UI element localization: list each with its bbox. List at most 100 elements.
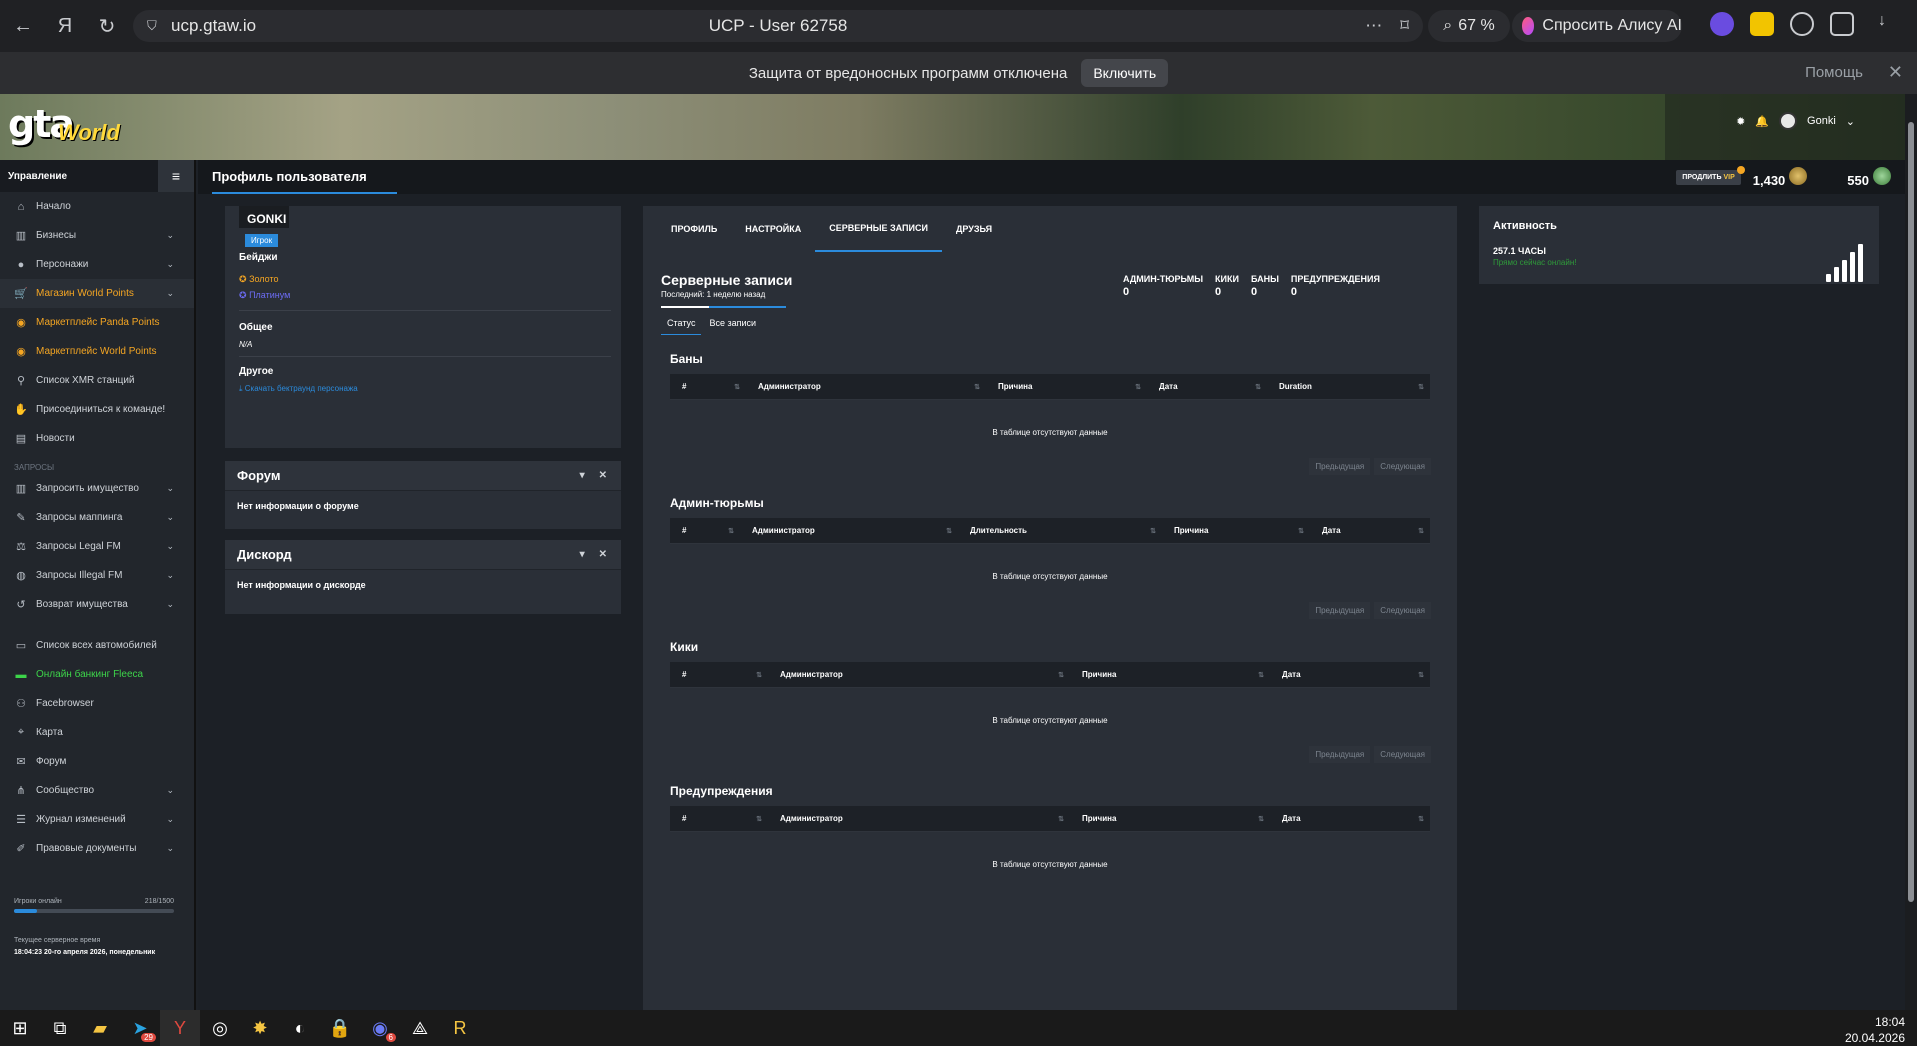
next-button[interactable]: Следующая [1374, 458, 1431, 475]
system-clock[interactable]: 18:04 20.04.2026 [1845, 1014, 1905, 1046]
close-icon[interactable]: ✕ [1888, 62, 1903, 83]
lock-icon[interactable]: 🔒 [320, 1010, 360, 1046]
table-col-header[interactable]: Причина ⇅ [1070, 806, 1270, 832]
table-col-header[interactable]: Администратор ⇅ [740, 518, 958, 544]
sidebar-item-panda-marketplace[interactable]: ◉ Маркетплейс Panda Points [0, 308, 194, 337]
rockstar-icon[interactable]: R [440, 1010, 480, 1046]
sidebar-item-join-team[interactable]: ✋ Присоединиться к команде! [0, 395, 194, 424]
task-view-icon[interactable]: ⧉ [40, 1010, 80, 1046]
next-button[interactable]: Следующая [1374, 746, 1431, 763]
sidebar-item-characters[interactable]: ● Персонажи ⌄ [0, 250, 194, 279]
table-col-header[interactable]: # ⇅ [670, 662, 768, 688]
extension-icon[interactable] [1750, 12, 1774, 36]
close-icon[interactable]: ✕ [599, 549, 607, 560]
next-button[interactable]: Следующая [1374, 602, 1431, 619]
enable-protection-button[interactable]: Включить [1081, 59, 1169, 87]
sidebar-item-mapping[interactable]: ✎ Запросы маппинга ⌄ [0, 503, 194, 532]
table-col-header[interactable]: Дата ⇅ [1147, 374, 1267, 400]
zoom-button[interactable]: ⌕ 67 % [1428, 10, 1510, 42]
coins-icon: ◉ [16, 317, 26, 329]
discord-icon[interactable]: ◉ 6 [360, 1010, 400, 1046]
sidebar-item-businesses[interactable]: ▥ Бизнесы ⌄ [0, 221, 194, 250]
table-col-header[interactable]: Дата ⇅ [1270, 662, 1430, 688]
prev-button[interactable]: Предыдущая [1309, 458, 1371, 475]
tab-settings[interactable]: НАСТРОЙКА [731, 206, 815, 252]
address-bar[interactable]: ⛉ ucp.gtaw.io UCP - User 62758 ⋯ ⌑ [133, 10, 1423, 42]
collapse-icon[interactable]: ▾ [580, 470, 585, 481]
yandex-browser-icon[interactable]: Y [160, 1010, 200, 1046]
reload-icon[interactable]: ↻ [88, 7, 126, 45]
sort-icon: ⇅ [1258, 671, 1264, 679]
scrollbar-thumb[interactable] [1908, 122, 1914, 902]
sidebar-item-world-points-shop[interactable]: 🛒 Магазин World Points ⌄ [0, 279, 194, 308]
help-link[interactable]: Помощь [1805, 64, 1863, 81]
telegram-icon[interactable]: ➤ 29 [120, 1010, 160, 1046]
back-icon[interactable]: ← [4, 7, 42, 45]
obs-icon[interactable]: ◐ [280, 1010, 320, 1046]
page-scrollbar[interactable] [1905, 94, 1917, 1010]
file-explorer-icon[interactable]: ▰ [80, 1010, 120, 1046]
sidebar-item-legal-fm[interactable]: ⚖ Запросы Legal FM ⌄ [0, 532, 194, 561]
sidebar-item-world-marketplace[interactable]: ◉ Маркетплейс World Points [0, 337, 194, 366]
sidebar-item-illegal-fm[interactable]: ◍ Запросы Illegal FM ⌄ [0, 561, 194, 590]
table-col-header[interactable]: Администратор ⇅ [768, 806, 1070, 832]
menu-icon[interactable]: ≡ [158, 160, 194, 192]
download-backstory-link[interactable]: ⤓ Скачать бектраунд персонажа [239, 384, 358, 394]
table-col-header[interactable]: Администратор ⇅ [746, 374, 986, 400]
collapse-icon[interactable]: ▾ [580, 549, 585, 560]
subtab-all-records[interactable]: Все записи [703, 312, 762, 335]
sidebar-item-news[interactable]: ▤ Новости [0, 424, 194, 453]
ragemp-icon[interactable]: ⟁ [400, 1010, 440, 1046]
table-col-header[interactable]: # ⇅ [670, 374, 746, 400]
table-col-header[interactable]: Дата ⇅ [1310, 518, 1430, 544]
user-menu[interactable]: ✹ 🔔 Gonki ⌄ [1736, 112, 1855, 130]
server-time-value: 18:04:23 20-го апреля 2026, понедельник [14, 949, 156, 956]
sidebar-item-community[interactable]: ⋔ Сообщество ⌄ [0, 776, 194, 805]
alice-button[interactable]: Спросить Алису AI [1512, 10, 1682, 42]
steam-icon[interactable]: ◎ [200, 1010, 240, 1046]
table-col-header[interactable]: Причина ⇅ [986, 374, 1147, 400]
yandex-icon[interactable]: Я [46, 7, 84, 45]
subtab-status[interactable]: Статус [661, 312, 702, 335]
sidebar-item-forum[interactable]: ✉ Форум [0, 747, 194, 776]
app-icon[interactable]: ✸ [240, 1010, 280, 1046]
sidebar-item-facebrowser[interactable]: ⚇ Facebrowser [0, 689, 194, 718]
tab-profile[interactable]: ПРОФИЛЬ [657, 206, 731, 252]
extension-icon[interactable] [1710, 12, 1734, 36]
windows-start-icon[interactable]: ⊞ [0, 1010, 40, 1046]
table-col-header[interactable]: Duration ⇅ [1267, 374, 1430, 400]
table-col-header[interactable]: # ⇅ [670, 806, 768, 832]
sidebar-item-map[interactable]: ⌖ Карта [0, 718, 194, 747]
sort-icon: ⇅ [1418, 815, 1424, 823]
more-icon[interactable]: ⋯ [1365, 16, 1382, 36]
download-icon[interactable]: ↓ [1870, 12, 1894, 36]
prev-button[interactable]: Предыдущая [1309, 602, 1371, 619]
tab-server-records[interactable]: СЕРВЕРНЫЕ ЗАПИСИ [815, 206, 942, 252]
close-icon[interactable]: ✕ [599, 470, 607, 481]
table-col-header[interactable]: # ⇅ [670, 518, 740, 544]
table-col-header[interactable]: Дата ⇅ [1270, 806, 1430, 832]
sidebar-item-home[interactable]: ⌂ Начало [0, 192, 194, 221]
settings-icon[interactable]: ✹ [1736, 115, 1745, 128]
collections-icon[interactable] [1830, 12, 1854, 36]
sidebar-item-legal-docs[interactable]: ✐ Правовые документы ⌄ [0, 834, 194, 863]
sidebar-item-request-property[interactable]: ▥ Запросить имущество ⌄ [0, 474, 194, 503]
sidebar-item-vehicles[interactable]: ▭ Список всех автомобилей [0, 631, 194, 660]
sidebar-item-property-return[interactable]: ↺ Возврат имущества ⌄ [0, 590, 194, 619]
media-icon[interactable] [1790, 12, 1814, 36]
sidebar-item-xmr[interactable]: ⚲ Список XMR станций [0, 366, 194, 395]
table-col-header[interactable]: Администратор ⇅ [768, 662, 1070, 688]
prev-button[interactable]: Предыдущая [1309, 746, 1371, 763]
bookmark-icon[interactable]: ⌑ [1400, 16, 1409, 36]
table-col-header[interactable]: Причина ⇅ [1070, 662, 1270, 688]
sidebar-item-fleeca[interactable]: ▬ Онлайн банкинг Fleeca [0, 660, 194, 689]
tab-friends[interactable]: ДРУЗЬЯ [942, 206, 1006, 252]
site-logo-sub[interactable]: World [58, 120, 120, 146]
sidebar-item-changelog[interactable]: ☰ Журнал изменений ⌄ [0, 805, 194, 834]
records-title: Серверные записи [661, 272, 793, 288]
bell-icon[interactable]: 🔔 [1755, 115, 1769, 128]
table-col-header[interactable]: Длительность ⇅ [958, 518, 1162, 544]
table-col-header[interactable]: Причина ⇅ [1162, 518, 1310, 544]
extend-vip-button[interactable]: ПРОДЛИТЬ VIP [1676, 166, 1745, 185]
records-subtabs: Статус Все записи [661, 312, 762, 335]
